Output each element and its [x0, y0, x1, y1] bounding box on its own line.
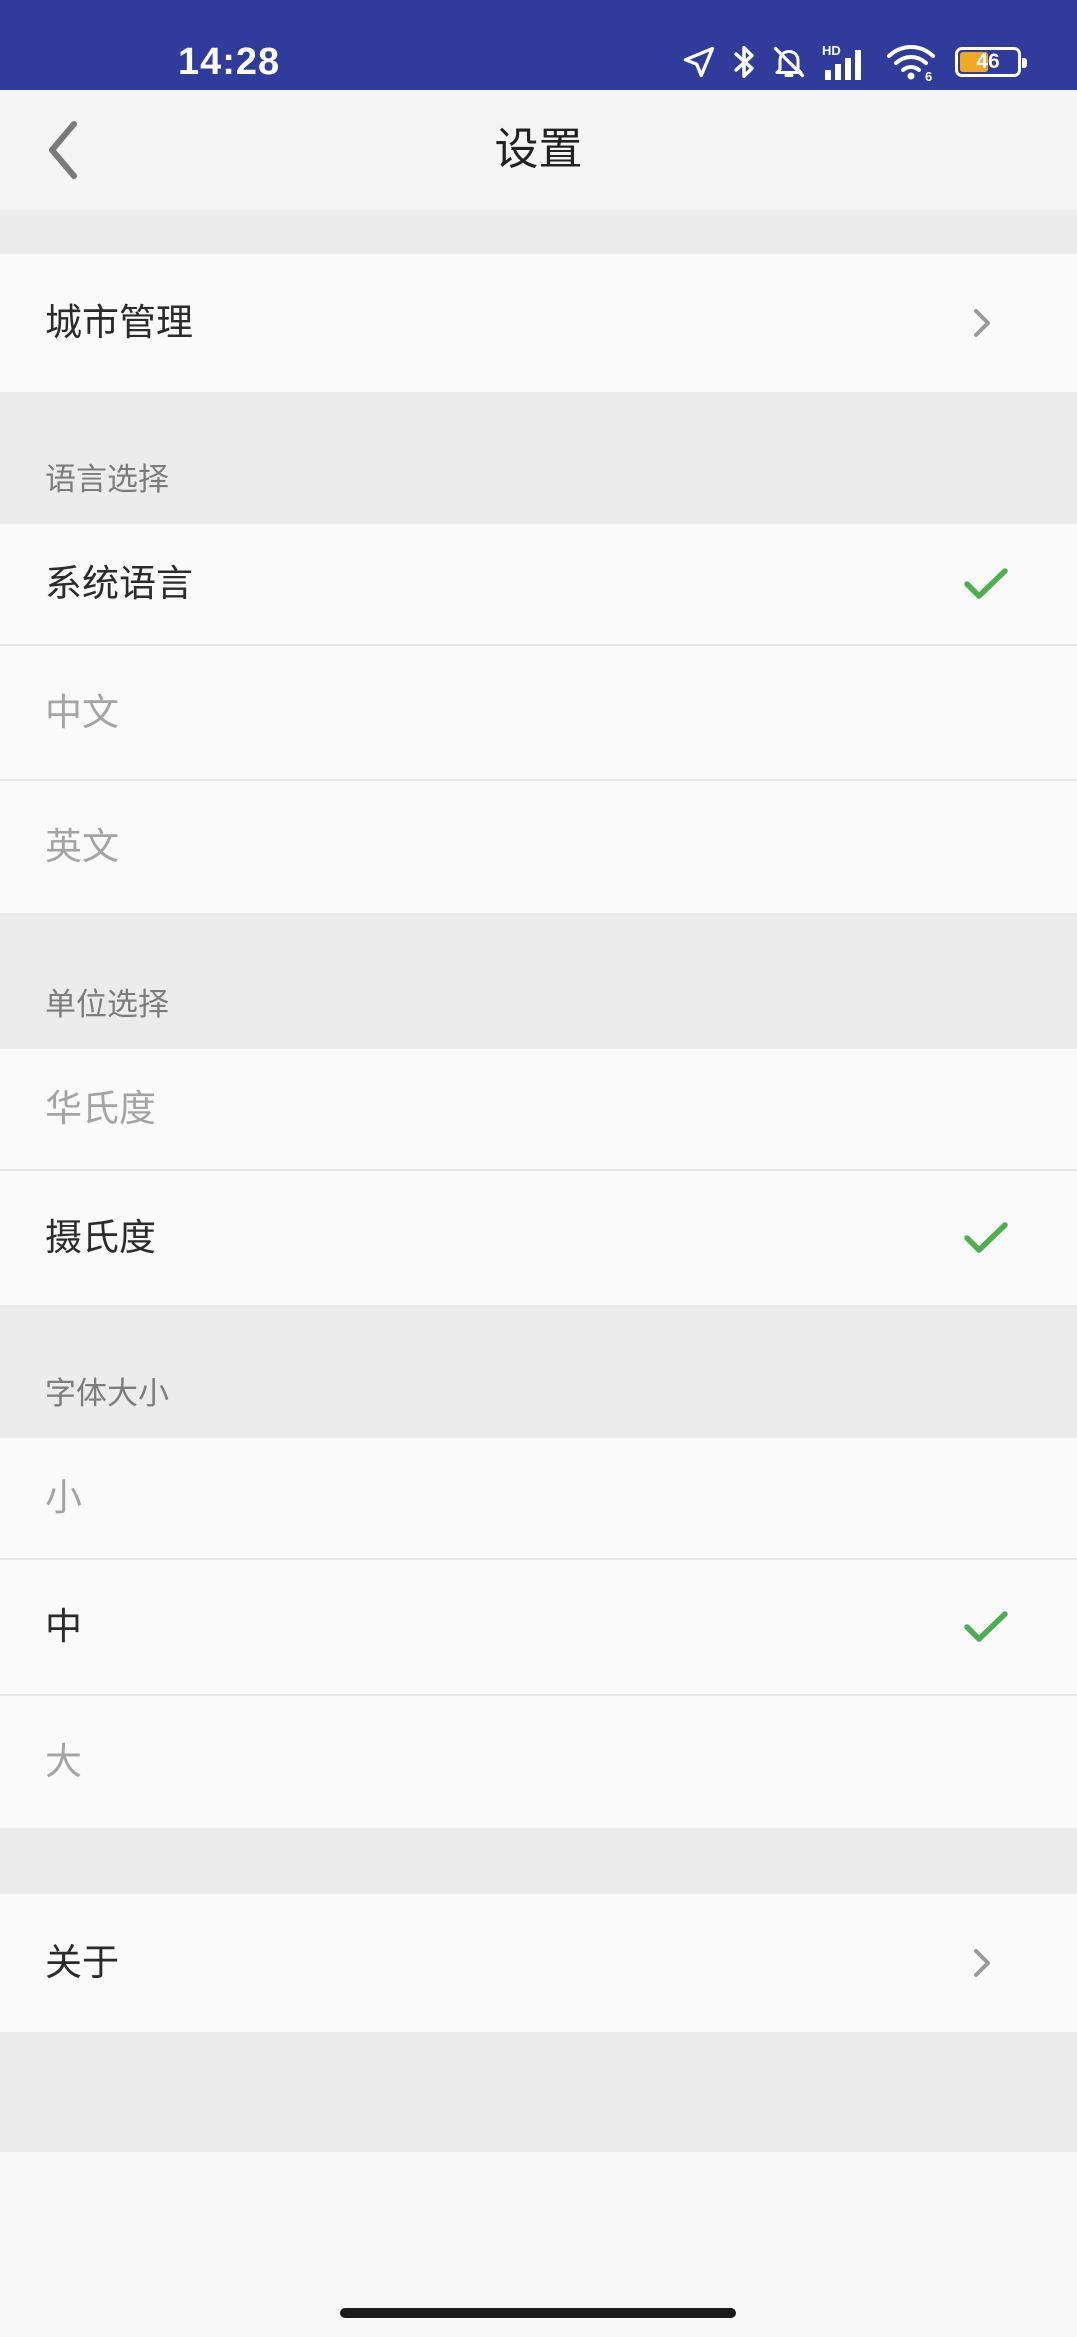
- font-size-option-label: 中: [45, 1605, 82, 1648]
- font-size-option-label: 小: [45, 1476, 82, 1519]
- unit-option-celsius[interactable]: 摄氏度: [0, 1171, 1077, 1305]
- about-row[interactable]: 关于: [0, 1894, 1077, 2032]
- language-option-label: 系统语言: [45, 562, 193, 605]
- font-size-option-medium[interactable]: 中: [0, 1560, 1077, 1696]
- bluetooth-icon: [734, 46, 754, 78]
- location-arrow-icon: [683, 46, 715, 78]
- checkmark-icon: [964, 1222, 1008, 1253]
- city-management-row[interactable]: 城市管理: [0, 254, 1077, 392]
- wifi-icon: 6: [887, 45, 935, 82]
- bottom-gap: [0, 2032, 1077, 2152]
- signal-icon: HD: [822, 43, 861, 80]
- font-size-option-small[interactable]: 小: [0, 1438, 1077, 1560]
- chevron-right-icon: [974, 1949, 990, 1977]
- battery-icon: 46: [955, 47, 1027, 77]
- section-gap: [0, 1828, 1077, 1894]
- status-icons: HD 6 46: [681, 38, 1027, 86]
- status-bar: 14:28 HD 6 46: [0, 0, 1077, 90]
- language-section-header: 语言选择: [0, 392, 1077, 524]
- unit-option-label: 华氏度: [45, 1087, 156, 1130]
- font-size-option-label: 大: [45, 1740, 82, 1783]
- bell-muted-icon: [773, 46, 805, 78]
- settings-list: 城市管理 语言选择 系统语言 中文 英文 单位选择 华氏度 摄氏度 字体大小 小…: [0, 210, 1077, 2152]
- status-time: 14:28: [178, 41, 281, 83]
- settings-screen: 14:28 HD 6 46 设置 城市管理 语言选择 系统语言 中文 英文 单位…: [0, 0, 1077, 2337]
- language-option-label: 英文: [45, 825, 119, 868]
- language-section-title: 语言选择: [45, 462, 169, 498]
- page-title: 设置: [494, 124, 583, 175]
- about-label: 关于: [45, 1941, 119, 1984]
- language-option-system[interactable]: 系统语言: [0, 524, 1077, 646]
- unit-option-label: 摄氏度: [45, 1216, 156, 1259]
- unit-option-fahrenheit[interactable]: 华氏度: [0, 1049, 1077, 1171]
- city-management-label: 城市管理: [45, 301, 193, 344]
- wifi-badge: 6: [925, 69, 932, 82]
- checkmark-icon: [964, 568, 1008, 599]
- language-option-chinese[interactable]: 中文: [0, 646, 1077, 781]
- font-size-section-header: 字体大小: [0, 1305, 1077, 1438]
- font-size-option-large[interactable]: 大: [0, 1696, 1077, 1828]
- network-badge: HD: [822, 43, 841, 58]
- font-size-section-title: 字体大小: [45, 1376, 169, 1412]
- section-gap: [0, 210, 1077, 254]
- chevron-right-icon: [974, 309, 990, 337]
- unit-section-title: 单位选择: [45, 987, 169, 1023]
- checkmark-icon: [964, 1611, 1008, 1642]
- language-option-label: 中文: [45, 690, 119, 734]
- battery-level: 46: [976, 50, 1000, 73]
- home-indicator[interactable]: [340, 2308, 736, 2318]
- unit-section-header: 单位选择: [0, 913, 1077, 1049]
- nav-bar: 设置: [0, 90, 1077, 210]
- language-option-english[interactable]: 英文: [0, 781, 1077, 913]
